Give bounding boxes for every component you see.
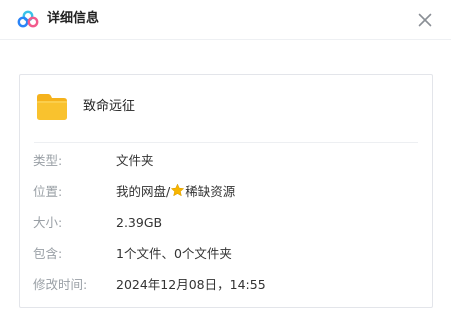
baidu-netdisk-cloud-icon	[17, 10, 39, 28]
dialog-titlebar: 详细信息	[0, 0, 451, 40]
file-details-card: 致命远征 类型: 文件夹 位置: 我的网盘/稀缺资源 大小: 2.39GB 包含…	[19, 74, 433, 308]
type-value: 文件夹	[116, 153, 154, 168]
dialog-title: 详细信息	[47, 11, 100, 26]
location-label: 位置:	[33, 184, 63, 199]
detail-row-type: 类型: 文件夹	[20, 152, 434, 170]
folder-icon	[37, 94, 67, 120]
location-path-prefix: 我的网盘/	[116, 184, 171, 199]
close-icon[interactable]	[414, 9, 436, 31]
star-icon	[171, 183, 185, 197]
file-name: 致命远征	[83, 99, 136, 114]
detail-row-size: 大小: 2.39GB	[20, 214, 434, 232]
detail-row-contains: 包含: 1个文件、0个文件夹	[20, 245, 434, 263]
contains-label: 包含:	[33, 246, 63, 261]
size-label: 大小:	[33, 215, 63, 230]
size-value: 2.39GB	[116, 215, 163, 230]
location-value: 我的网盘/稀缺资源	[116, 183, 235, 201]
close-button[interactable]	[414, 9, 436, 31]
type-label: 类型:	[33, 153, 63, 168]
detail-row-modified: 修改时间: 2024年12月08日，14:55	[20, 276, 434, 294]
modified-time-value: 2024年12月08日，14:55	[116, 277, 266, 292]
contains-value: 1个文件、0个文件夹	[116, 246, 232, 261]
location-path-suffix: 稀缺资源	[185, 184, 236, 199]
modified-time-label: 修改时间:	[33, 277, 88, 292]
detail-row-location: 位置: 我的网盘/稀缺资源	[20, 183, 434, 201]
divider	[34, 142, 418, 143]
